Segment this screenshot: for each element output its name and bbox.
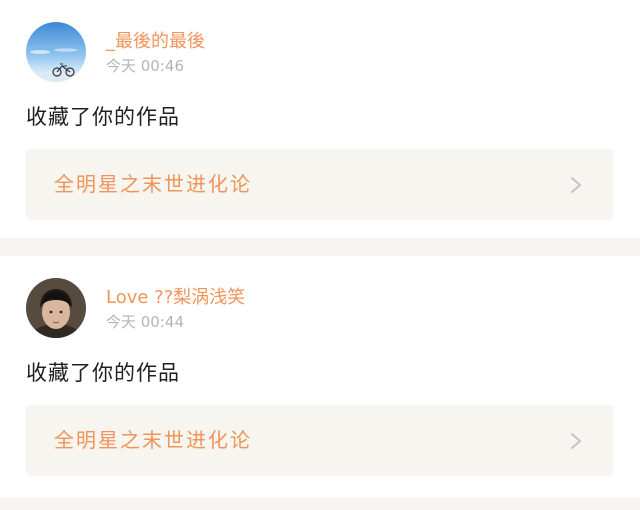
notification-card: _最後的最後 今天 00:46 收藏了你的作品 全明星之末世进化论 — [0, 0, 640, 238]
person-avatar-photo — [26, 278, 86, 338]
chevron-right-icon — [571, 433, 581, 449]
work-link[interactable]: 全明星之末世进化论 — [26, 405, 613, 476]
work-title: 全明星之末世进化论 — [54, 172, 252, 196]
action-text: 收藏了你的作品 — [26, 105, 180, 129]
username[interactable]: Love ??梨涡浅笑 — [106, 287, 245, 309]
work-link[interactable]: 全明星之末世进化论 — [26, 149, 613, 220]
timestamp: 今天 00:44 — [106, 313, 184, 331]
notification-feed: _最後的最後 今天 00:46 收藏了你的作品 全明星之末世进化论 Love ?… — [0, 0, 640, 510]
user-avatar[interactable] — [26, 22, 86, 82]
work-title: 全明星之末世进化论 — [54, 428, 252, 452]
username[interactable]: _最後的最後 — [106, 31, 205, 53]
user-avatar[interactable] — [26, 278, 86, 338]
landscape-avatar-with-bicycle — [26, 22, 86, 82]
notification-card: Love ??梨涡浅笑 今天 00:44 收藏了你的作品 全明星之末世进化论 — [0, 256, 640, 497]
action-text: 收藏了你的作品 — [26, 361, 180, 385]
timestamp: 今天 00:46 — [106, 57, 184, 75]
chevron-right-icon — [571, 177, 581, 193]
